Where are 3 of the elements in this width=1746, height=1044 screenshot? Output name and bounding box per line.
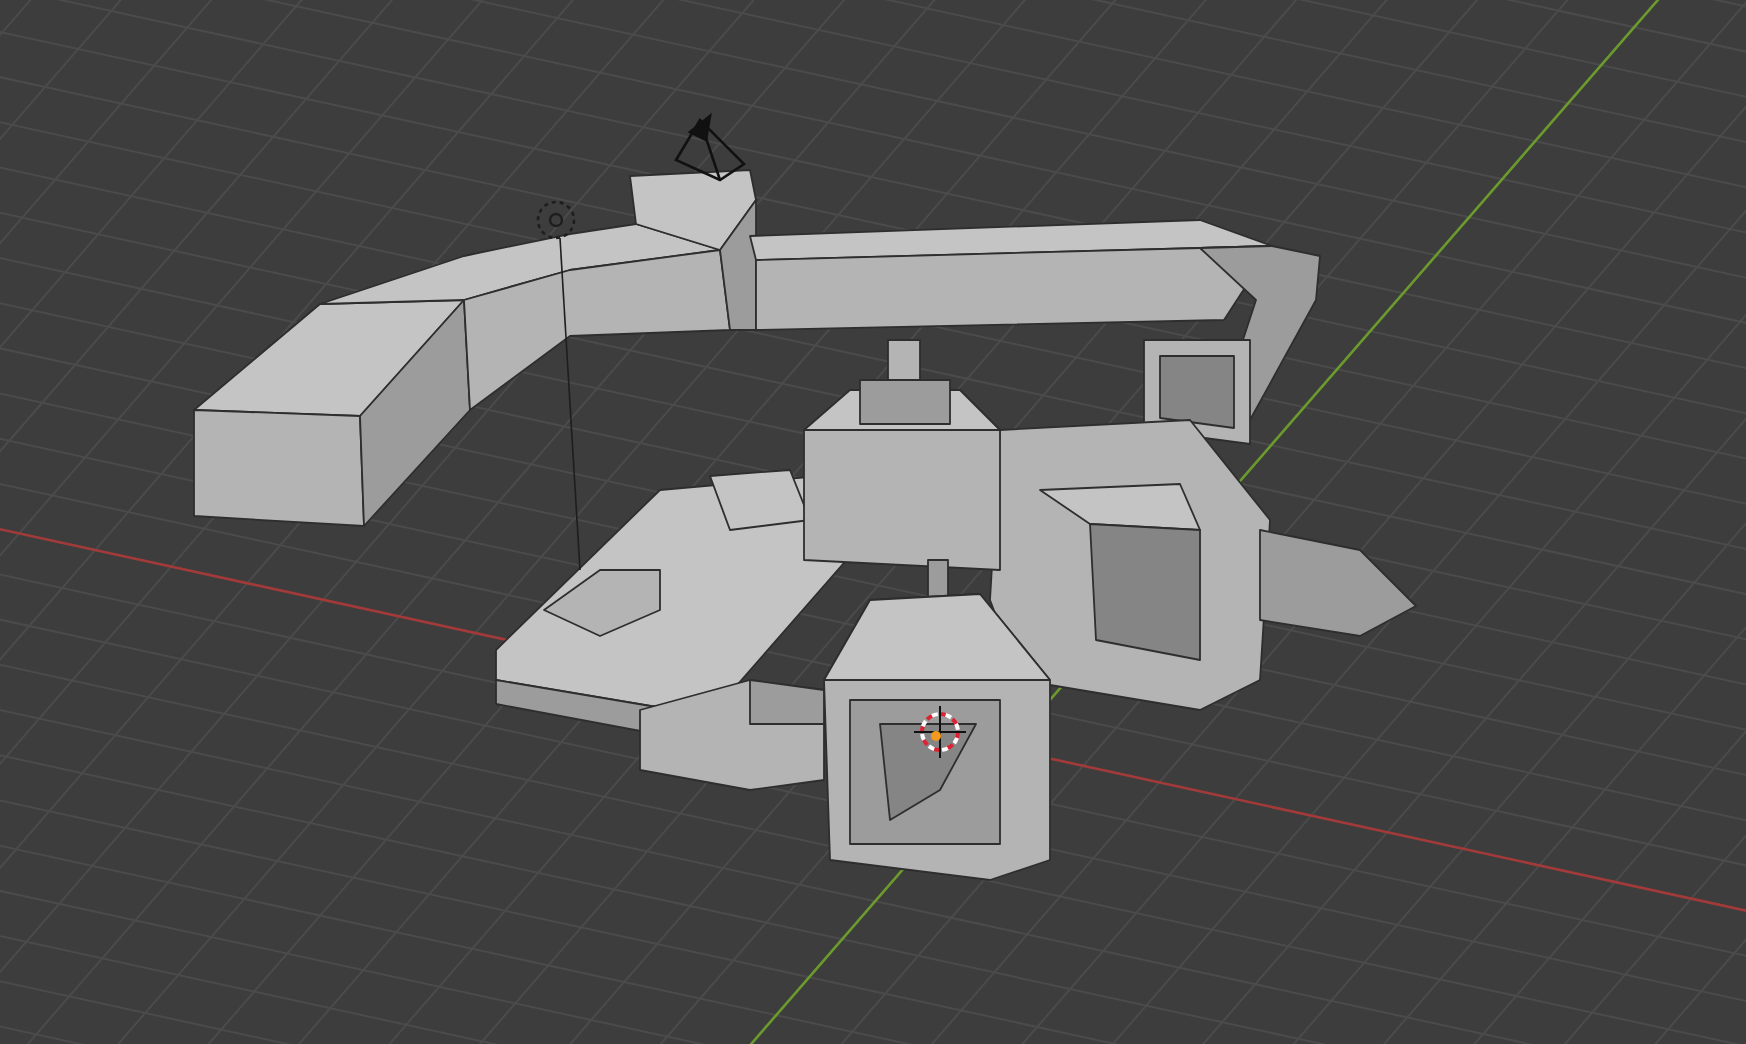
camera-icon [674, 112, 747, 182]
cursor-3d-icon [913, 705, 967, 759]
light-icon [536, 200, 581, 571]
